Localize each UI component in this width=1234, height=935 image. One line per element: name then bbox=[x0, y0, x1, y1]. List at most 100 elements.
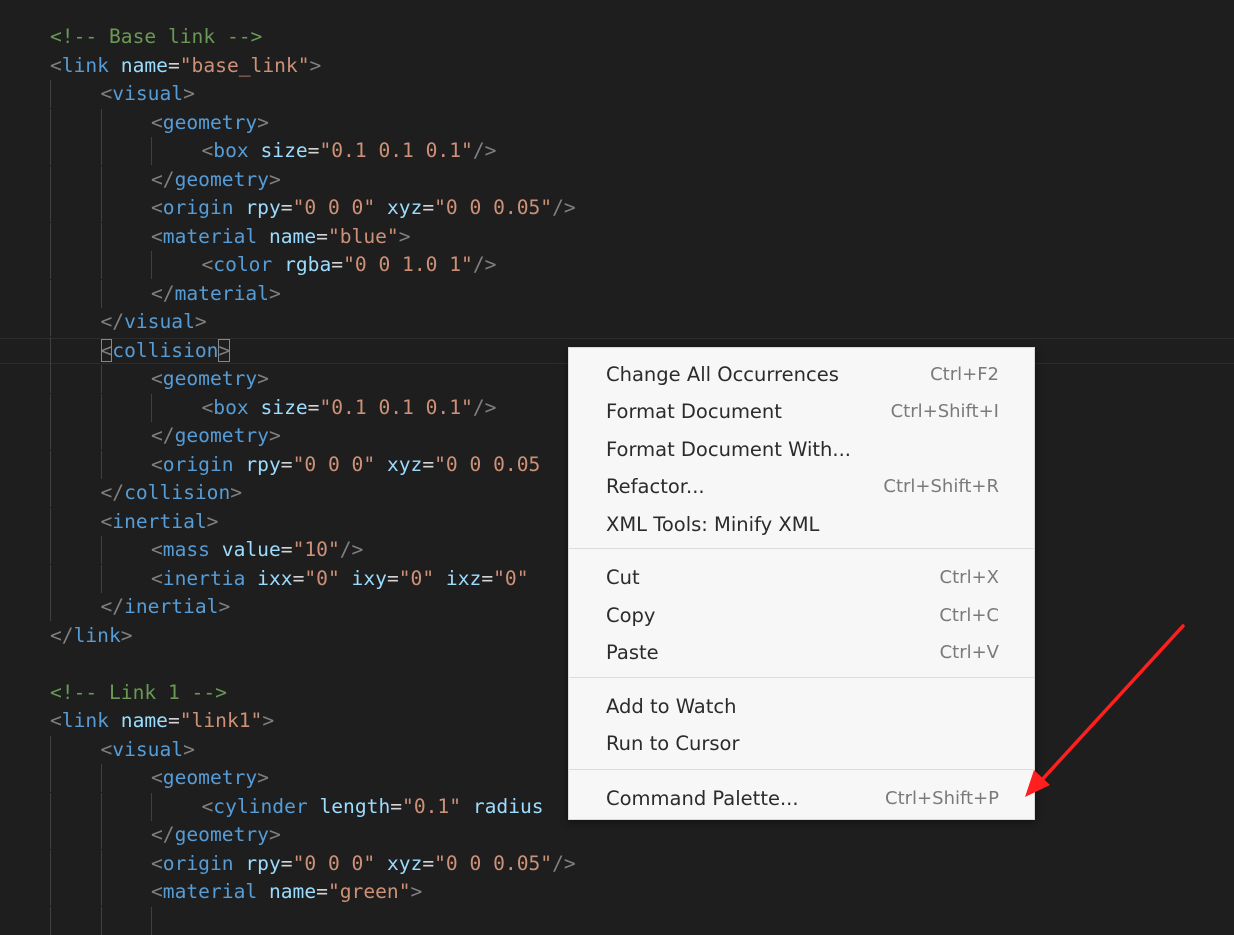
code-token: "0 0 0" bbox=[292, 452, 376, 476]
code-line[interactable]: <material name="blue"> bbox=[151, 223, 411, 251]
code-line[interactable]: <origin rpy="0 0 0" xyz="0 0 0.05"/> bbox=[151, 850, 576, 878]
code-line[interactable]: <geometry> bbox=[151, 764, 269, 792]
code-line[interactable]: <link name="link1"> bbox=[50, 707, 274, 735]
code-line[interactable]: <geometry> bbox=[151, 365, 269, 393]
code-token: > bbox=[206, 509, 219, 533]
code-token: material bbox=[174, 281, 269, 305]
code-line[interactable]: <inertial> bbox=[101, 508, 219, 536]
indent-guide bbox=[151, 251, 152, 279]
menu-item-label: Run to Cursor bbox=[606, 731, 740, 755]
code-line[interactable]: </geometry> bbox=[151, 166, 281, 194]
indent-guide bbox=[151, 906, 152, 935]
menu-item-format-document-with[interactable]: Format Document With... bbox=[569, 431, 1034, 467]
menu-separator bbox=[569, 769, 1034, 770]
code-line[interactable]: </link> bbox=[50, 622, 133, 650]
indent-guide bbox=[100, 764, 102, 792]
code-line[interactable]: <material name="green"> bbox=[151, 878, 422, 906]
code-line[interactable]: <visual> bbox=[101, 736, 195, 764]
code-token: "0.1 0.1 0.1" bbox=[319, 139, 473, 162]
code-line[interactable]: <box size="0.1 0.1 0.1"/> bbox=[202, 394, 497, 422]
indent-guide bbox=[50, 479, 51, 507]
code-line[interactable]: <mass value="10"/> bbox=[151, 536, 363, 564]
code-token: < bbox=[151, 566, 163, 590]
menu-item-copy[interactable]: Copy Ctrl+C bbox=[569, 597, 1034, 633]
code-token: </ bbox=[100, 595, 125, 618]
menu-item-format-document[interactable]: Format Document Ctrl+Shift+I bbox=[569, 393, 1034, 429]
indent-guide bbox=[50, 336, 51, 365]
code-token: < bbox=[151, 766, 163, 789]
indent-guide bbox=[50, 735, 51, 764]
code-token: mass bbox=[162, 538, 210, 561]
menu-item-label: Add to Watch bbox=[606, 694, 737, 718]
code-token: "blue" bbox=[327, 224, 399, 248]
menu-separator bbox=[569, 677, 1034, 678]
menu-item-change-all-occurrences[interactable]: Change All Occurrences Ctrl+F2 bbox=[569, 356, 1034, 392]
code-line[interactable]: <!-- Link 1 --> bbox=[50, 679, 227, 707]
code-token: box bbox=[213, 395, 249, 419]
code-line[interactable]: <link name="base_link"> bbox=[50, 52, 321, 80]
menu-item-run-to-cursor[interactable]: Run to Cursor bbox=[569, 725, 1034, 761]
menu-item-label: Format Document bbox=[606, 399, 782, 423]
code-token: ixz bbox=[445, 566, 482, 590]
code-line[interactable]: <!-- Base link --> bbox=[50, 23, 262, 51]
code-token: size bbox=[260, 139, 308, 162]
indent-guide bbox=[151, 393, 152, 422]
indent-guide bbox=[100, 194, 102, 222]
indent-guide bbox=[50, 906, 51, 935]
code-token: origin bbox=[162, 196, 234, 219]
code-token: collision bbox=[124, 481, 231, 504]
code-token: "0 0 0.05 bbox=[434, 452, 541, 476]
code-token: /> bbox=[339, 538, 364, 561]
code-token: = bbox=[307, 395, 320, 419]
code-line[interactable]: <cylinder length="0.1" radius bbox=[202, 793, 544, 821]
code-token: rpy bbox=[245, 851, 281, 875]
code-token: rpy bbox=[245, 452, 281, 476]
indent-guide bbox=[100, 849, 102, 878]
menu-item-paste[interactable]: Paste Ctrl+V bbox=[569, 634, 1034, 670]
code-token: length bbox=[319, 794, 391, 818]
menu-item-label: Paste bbox=[606, 640, 659, 664]
menu-item-cut[interactable]: Cut Ctrl+X bbox=[569, 559, 1034, 595]
code-token: < bbox=[100, 338, 113, 362]
code-token: cylinder bbox=[213, 794, 308, 818]
code-line[interactable]: </inertial> bbox=[101, 593, 231, 621]
indent-guide bbox=[50, 80, 51, 108]
code-line[interactable]: <box size="0.1 0.1 0.1"/> bbox=[202, 137, 497, 165]
indent-guide bbox=[50, 764, 51, 792]
code-token: < bbox=[50, 709, 62, 732]
code-token: </ bbox=[50, 623, 74, 647]
code-token: geometry bbox=[162, 110, 258, 134]
code-token: = bbox=[390, 794, 403, 818]
code-token: "0.1 0.1 0.1" bbox=[319, 395, 473, 419]
code-line[interactable]: </geometry> bbox=[151, 821, 281, 849]
menu-item-refactor[interactable]: Refactor... Ctrl+Shift+R bbox=[569, 468, 1034, 504]
menu-item-xml-tools-minify-xml[interactable]: XML Tools: Minify XML bbox=[569, 506, 1034, 542]
indent-guide bbox=[151, 137, 152, 165]
code-line[interactable]: <origin rpy="0 0 0" xyz="0 0 0.05 bbox=[151, 451, 540, 479]
code-line[interactable]: <inertia ixx="0" ixy="0" ixz="0" bbox=[151, 565, 529, 593]
code-token: inertial bbox=[112, 509, 207, 533]
code-line[interactable]: <collision> bbox=[100, 337, 231, 365]
code-line[interactable]: <color rgba="0 0 1.0 1"/> bbox=[202, 251, 497, 279]
code-line[interactable]: </material> bbox=[151, 280, 281, 308]
code-line[interactable]: <visual> bbox=[101, 80, 195, 108]
indent-guide bbox=[100, 450, 102, 479]
code-token: "0" bbox=[398, 566, 435, 590]
code-line[interactable]: </visual> bbox=[101, 308, 207, 336]
code-line[interactable]: </collision> bbox=[101, 479, 243, 507]
menu-item-command-palette[interactable]: Command Palette... Ctrl+Shift+P bbox=[569, 780, 1034, 816]
code-token: "0 0 0.05" bbox=[434, 851, 553, 875]
indent-guide bbox=[50, 878, 51, 906]
code-token: = bbox=[386, 566, 399, 590]
code-token: < bbox=[151, 367, 163, 390]
menu-item-shortcut: Ctrl+Shift+R bbox=[883, 475, 999, 497]
code-token: </ bbox=[100, 310, 125, 333]
code-line[interactable]: <origin rpy="0 0 0" xyz="0 0 0.05"/> bbox=[151, 194, 576, 222]
menu-item-add-to-watch[interactable]: Add to Watch bbox=[569, 688, 1034, 724]
code-line[interactable]: </geometry> bbox=[151, 422, 281, 450]
code-line[interactable]: <geometry> bbox=[151, 109, 269, 137]
